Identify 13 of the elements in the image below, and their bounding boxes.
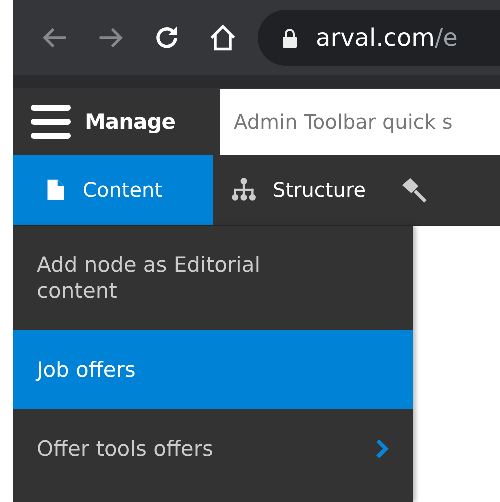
lock-icon — [282, 28, 298, 48]
menu-item[interactable]: Add node as Editorial content — [13, 226, 413, 330]
sitemap-icon — [231, 177, 257, 203]
address-bar[interactable]: arval.com/e — [258, 10, 500, 66]
chevron-right-icon — [375, 438, 389, 460]
home-icon[interactable] — [208, 22, 238, 52]
menu-item[interactable]: Job offers — [13, 330, 413, 409]
search-field[interactable]: Admin Toolbar quick s — [220, 88, 500, 154]
toolbar-tab[interactable]: Content — [13, 155, 213, 225]
brush-icon — [400, 176, 428, 204]
menu-item[interactable]: Offer tools offers — [13, 409, 413, 488]
url-text: arval.com/e — [316, 24, 458, 52]
menu-icon — [31, 104, 71, 138]
